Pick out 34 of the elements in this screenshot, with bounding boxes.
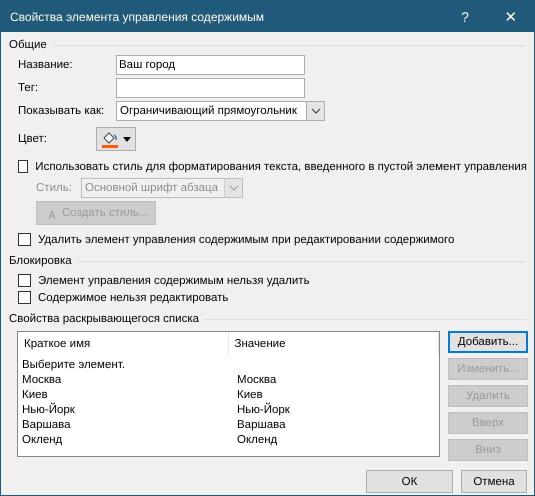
checkbox-option[interactable]: Удалить элемент управления содержимым при редактировании содержимого: [18, 233, 527, 246]
paint-bucket-icon: [101, 130, 119, 144]
list-row[interactable]: Выберите элемент.: [18, 358, 439, 373]
column-header[interactable]: Краткое имя: [18, 333, 228, 355]
list-row[interactable]: Нью-Йорк Нью-Йорк: [18, 403, 439, 418]
checkbox-option[interactable]: Элемент управления содержимым нельзя удалить: [18, 274, 527, 287]
list-action-button[interactable]: Добавить...: [448, 331, 528, 353]
section-title: Блокировка: [9, 255, 72, 267]
text-field[interactable]: [116, 78, 305, 98]
window-title: Свойства элемента управления содержимым: [10, 10, 266, 24]
field-label: Показывать как:: [18, 105, 106, 117]
section-title: Свойства раскрывающегося списка: [9, 313, 199, 325]
checkbox-option[interactable]: Содержимое нельзя редактировать: [18, 291, 527, 304]
field-label: Стиль:: [36, 182, 73, 194]
chevron-down-icon: [228, 185, 238, 191]
dropdown-arrow-icon: [123, 136, 131, 142]
field-label: Тег:: [18, 82, 40, 94]
list-row[interactable]: Москва Москва: [18, 373, 439, 388]
dropdown-field[interactable]: Ограничивающий прямоугольник: [116, 101, 325, 121]
color-picker-button[interactable]: [96, 127, 136, 151]
list-row[interactable]: Окленд Окленд: [18, 433, 439, 448]
list-row[interactable]: Киев Киев: [18, 388, 439, 403]
dialog-button[interactable]: ОК: [366, 470, 453, 493]
help-button[interactable]: ?: [442, 1, 488, 32]
chevron-down-icon: [310, 108, 320, 114]
section-title: Общие: [9, 39, 47, 51]
field-label: Название:: [18, 59, 74, 71]
close-button[interactable]: ✕: [488, 1, 534, 32]
checkbox-option[interactable]: Использовать стиль для форматирования текста, введенного в пустой элемент управления: [18, 160, 527, 173]
column-header[interactable]: Значение: [228, 333, 439, 355]
dialog-button[interactable]: Отмена: [461, 470, 527, 493]
list-row[interactable]: Варшава Варшава: [18, 418, 439, 433]
field-label: Цвет:: [18, 133, 48, 145]
text-field[interactable]: Ваш город: [116, 55, 305, 75]
